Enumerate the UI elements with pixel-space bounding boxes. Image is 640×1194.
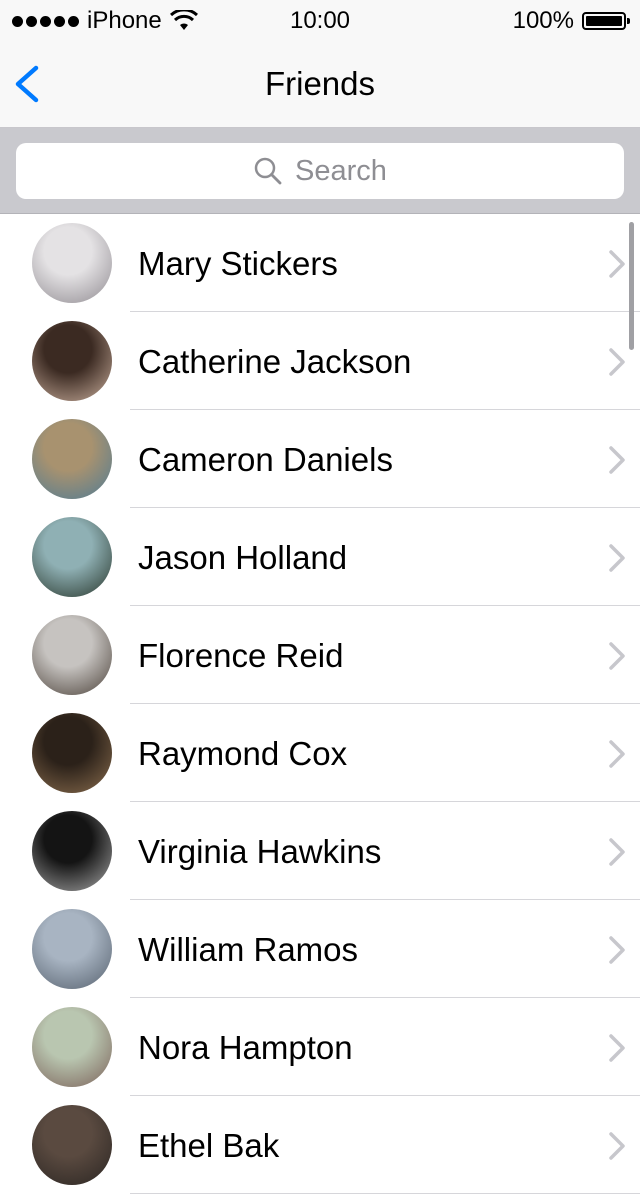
avatar [32, 419, 112, 499]
list-item[interactable]: Nora Hampton [0, 998, 640, 1096]
friend-name: Ethel Bak [138, 1127, 280, 1164]
avatar [32, 223, 112, 303]
chevron-right-icon [609, 544, 625, 572]
navigation-bar: Friends [0, 40, 640, 128]
list-item[interactable]: Cameron Daniels [0, 410, 640, 508]
friend-name: Virginia Hawkins [138, 833, 382, 870]
avatar [32, 811, 112, 891]
chevron-right-icon [609, 446, 625, 474]
list-item[interactable]: Raymond Cox [0, 704, 640, 802]
friend-name: Mary Stickers [138, 245, 338, 282]
friend-name: Catherine Jackson [138, 343, 412, 380]
friends-list: Mary Stickers Catherine Jackson Cameron Da… [0, 214, 640, 1194]
friend-name: Nora Hampton [138, 1029, 353, 1066]
list-item[interactable]: Catherine Jackson [0, 312, 640, 410]
search-placeholder: Search [295, 154, 387, 187]
chevron-right-icon [609, 1034, 625, 1062]
chevron-right-icon [609, 348, 625, 376]
status-bar: iPhone 10:00 100% [0, 0, 640, 40]
friend-name: Florence Reid [138, 637, 344, 674]
list-item[interactable]: Mary Stickers [0, 214, 640, 312]
chevron-right-icon [609, 642, 625, 670]
scrollbar[interactable] [629, 222, 634, 350]
battery-percentage: 100% [512, 7, 574, 34]
list-item[interactable]: Virginia Hawkins [0, 802, 640, 900]
friend-name: Jason Holland [138, 539, 348, 576]
avatar [32, 321, 112, 401]
avatar [32, 517, 112, 597]
chevron-right-icon [609, 838, 625, 866]
battery-icon [582, 12, 630, 30]
list-item[interactable]: William Ramos [0, 900, 640, 998]
avatar [32, 1007, 112, 1087]
search-icon [254, 157, 282, 185]
friend-name: Cameron Daniels [138, 441, 393, 478]
friend-name: William Ramos [138, 931, 359, 968]
avatar [32, 909, 112, 989]
chevron-right-icon [609, 936, 625, 964]
status-bar-right: 100% [512, 7, 630, 35]
chevron-right-icon [609, 740, 625, 768]
avatar [32, 615, 112, 695]
search-bar: Search [0, 128, 640, 214]
page-title: Friends [264, 65, 376, 102]
avatar [32, 713, 112, 793]
friend-name: Raymond Cox [138, 735, 348, 772]
list-item[interactable]: Florence Reid [0, 606, 640, 704]
search-input[interactable]: Search [16, 143, 624, 199]
chevron-right-icon [609, 250, 625, 278]
list-item[interactable]: Jason Holland [0, 508, 640, 606]
avatar [32, 1105, 112, 1185]
list-item[interactable]: Ethel Bak [0, 1096, 640, 1194]
